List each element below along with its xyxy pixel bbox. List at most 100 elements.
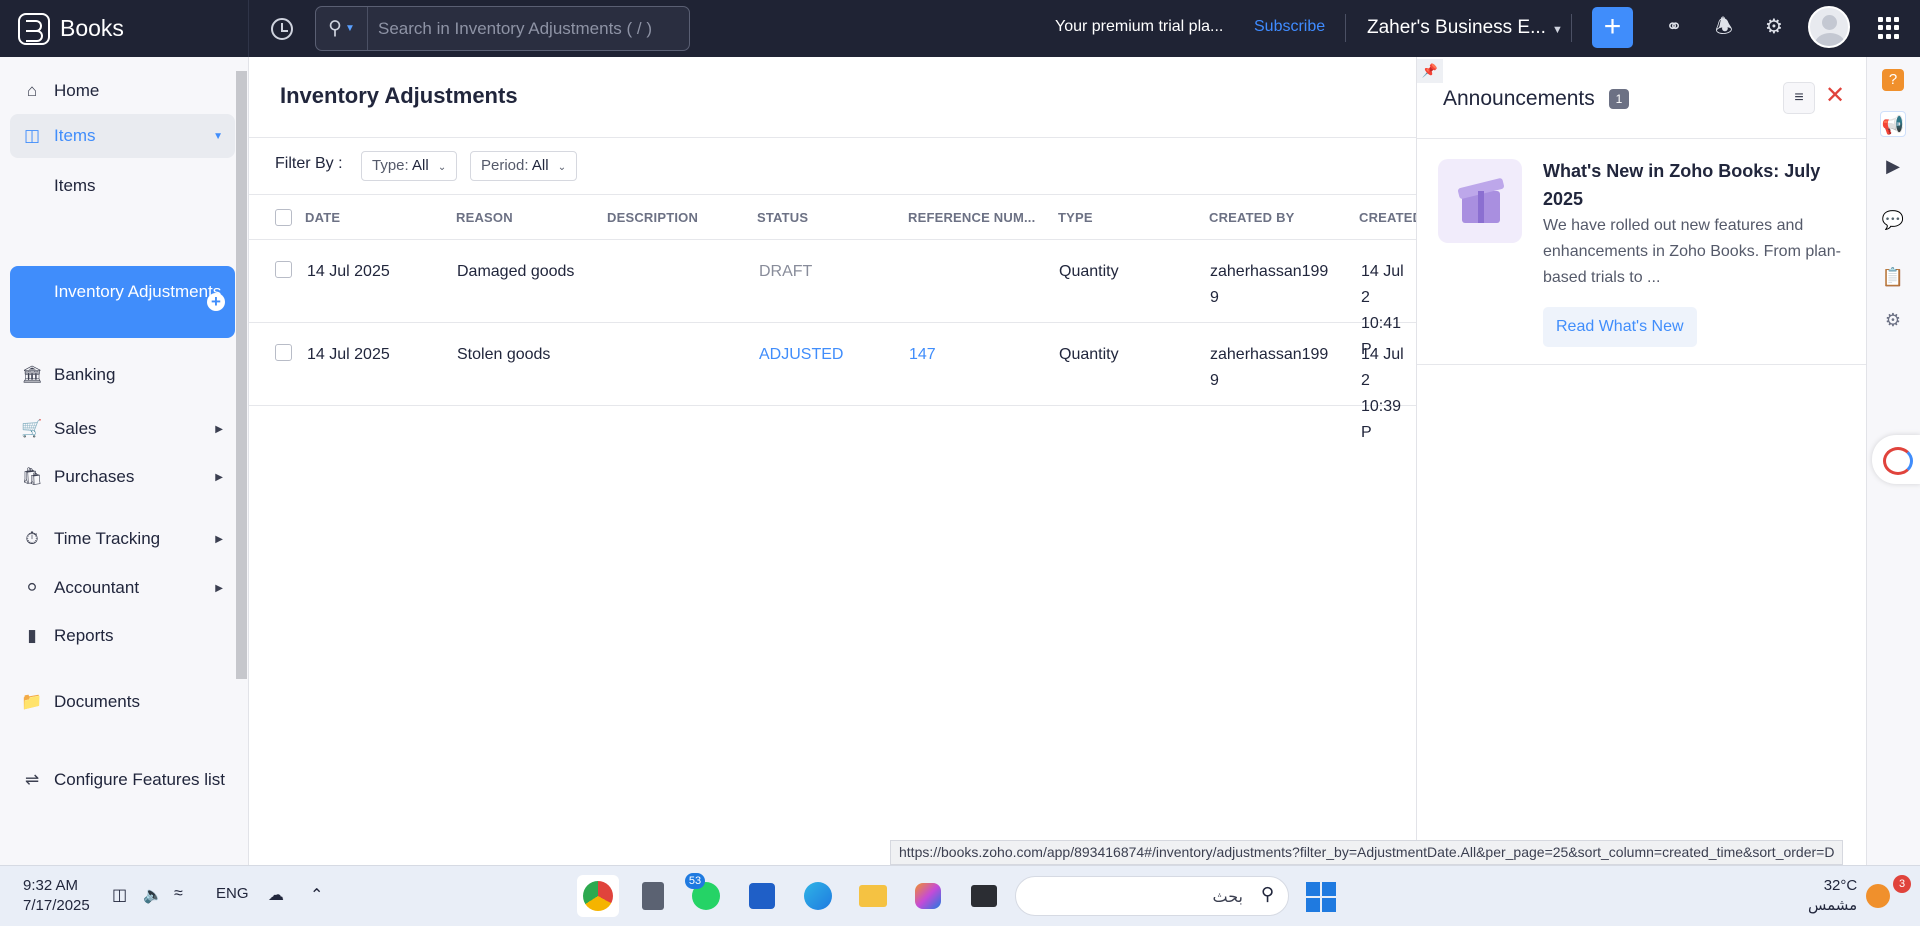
cell-reference[interactable]: 147	[909, 342, 936, 368]
reports-icon[interactable]: 📋	[1880, 264, 1906, 290]
sidebar-item-purchases[interactable]: 🛍 Purchases ▶	[10, 455, 235, 499]
sidebar-item-label: Configure Features list	[54, 770, 226, 789]
announcement-headline[interactable]: What's New in Zoho Books: July 2025	[1543, 157, 1843, 213]
shopping-bag-icon: 🛍	[21, 467, 43, 486]
cell-status: ADJUSTED	[759, 346, 844, 363]
battery-icon[interactable]: ◫	[112, 885, 127, 905]
sidebar-item-time-tracking[interactable]: ⏱ Time Tracking ▶	[10, 517, 235, 561]
video-icon[interactable]: ▶	[1880, 153, 1906, 179]
org-switcher[interactable]: Zaher's Business E... ▼	[1367, 17, 1563, 39]
temperature: 32°C	[1823, 877, 1858, 894]
sidebar-scrollbar[interactable]	[236, 71, 247, 679]
sun-icon[interactable]	[1866, 884, 1890, 908]
file-explorer-app-icon[interactable]	[852, 875, 894, 917]
whatsapp-badge: 53	[685, 873, 705, 889]
sidebar-subitem-inventory-adjustments[interactable]: Inventory Adjustments +	[10, 266, 235, 338]
cloud-icon[interactable]: ☁	[268, 885, 284, 905]
weather-condition: مشمس	[1808, 897, 1858, 914]
column-header[interactable]: DESCRIPTION	[607, 210, 698, 225]
table-row[interactable]: 14 Jul 2025 Stolen goods ADJUSTED 147 Qu…	[249, 323, 1416, 441]
sidebar-item-accountant[interactable]: ⚪ Accountant ▶	[10, 566, 235, 610]
sidebar-item-reports[interactable]: ▮ Reports	[10, 614, 235, 658]
help-icon[interactable]: ?	[1882, 69, 1904, 91]
wifi-icon[interactable]: ≈	[174, 885, 183, 903]
sidebar: ⌂ Home ◫ Items ▼ Items Inventory Adjustm…	[0, 57, 249, 922]
sidebar-item-label: Reports	[54, 626, 114, 645]
trial-text[interactable]: Your premium trial pla...	[1055, 18, 1223, 36]
period-filter-value: All	[531, 157, 549, 174]
history-icon[interactable]	[271, 17, 293, 40]
column-header[interactable]: REASON	[456, 210, 513, 225]
chrome-app-icon[interactable]	[577, 875, 619, 917]
home-icon: ⌂	[26, 81, 38, 100]
add-adjustment-icon[interactable]: +	[207, 293, 225, 311]
clock[interactable]: 9:32 AM 7/17/2025	[23, 876, 90, 916]
sidebar-item-sales[interactable]: 🛒 Sales ▶	[10, 407, 235, 451]
chevron-right-icon: ▶	[215, 423, 223, 435]
sidebar-item-banking[interactable]: 🏛 Banking	[10, 353, 235, 397]
cell-date: 14 Jul 2025	[307, 346, 390, 363]
type-filter[interactable]: Type: All ⌄	[361, 151, 458, 181]
sidebar-item-label: Time Tracking	[54, 529, 161, 548]
copilot-app-icon[interactable]	[907, 875, 949, 917]
calculator-app-icon[interactable]	[632, 875, 674, 917]
chevron-down-icon: ▼	[213, 130, 223, 142]
column-header[interactable]: DATE	[305, 210, 340, 225]
users-icon[interactable]: ⚭	[1661, 14, 1687, 40]
search-input[interactable]	[368, 18, 689, 39]
terminal-app-icon[interactable]	[963, 875, 1005, 917]
select-all-checkbox[interactable]	[275, 209, 292, 226]
read-whats-new-button[interactable]: Read What's New	[1543, 307, 1697, 347]
search-icon[interactable]: ⚲ ▼	[316, 7, 368, 50]
main-content: Inventory Adjustments Filter By : Type: …	[249, 57, 1422, 865]
language-indicator[interactable]: ENG	[216, 885, 249, 902]
row-checkbox[interactable]	[275, 344, 292, 361]
taskbar-search[interactable]: بحث ⚲	[1015, 876, 1289, 916]
gear-icon[interactable]: ⚙	[1761, 14, 1787, 40]
quick-create-button[interactable]: +	[1592, 7, 1633, 48]
column-header[interactable]: REFERENCE NUM...	[908, 210, 1035, 225]
sidebar-item-documents[interactable]: 📁 Documents	[10, 680, 235, 724]
sidebar-item-home[interactable]: ⌂ Home	[10, 69, 235, 113]
period-filter-label: Period:	[481, 157, 529, 174]
close-icon[interactable]: ✕	[1825, 81, 1845, 110]
announcement-icon[interactable]: 📢	[1880, 111, 1906, 137]
column-header[interactable]: CREATED	[1359, 210, 1422, 225]
avatar[interactable]	[1808, 6, 1850, 48]
windows-start-icon[interactable]	[1306, 882, 1336, 912]
weather-widget[interactable]: 32°C مشمس	[1808, 876, 1857, 916]
table-row[interactable]: 14 Jul 2025 Damaged goods DRAFT Quantity…	[249, 240, 1416, 358]
feedback-icon[interactable]: 💬	[1880, 207, 1906, 233]
announcements-panel: 📌 Announcements 1 ≡ ✕ What's New in Zoho…	[1416, 57, 1867, 865]
subscribe-link[interactable]: Subscribe	[1254, 18, 1325, 36]
row-checkbox[interactable]	[275, 261, 292, 278]
pin-icon[interactable]: 📌	[1417, 59, 1443, 83]
bell-icon[interactable]: 🕭	[1711, 14, 1737, 40]
org-name: Zaher's Business E...	[1367, 17, 1546, 38]
sidebar-subitem-items[interactable]: Items	[54, 176, 96, 196]
edge-app-icon[interactable]	[797, 875, 839, 917]
bag-icon: ◫	[23, 126, 41, 145]
sidebar-item-configure[interactable]: ⇌ Configure Features list	[10, 758, 235, 802]
announcements-count-badge: 1	[1609, 89, 1629, 109]
settings-icon[interactable]: ⚙	[1880, 307, 1906, 333]
search-box[interactable]: ⚲ ▼	[315, 6, 690, 51]
column-header[interactable]: CREATED BY	[1209, 210, 1295, 225]
chevron-right-icon: ▶	[215, 471, 223, 483]
column-header[interactable]: STATUS	[757, 210, 808, 225]
chat-support-icon[interactable]	[1872, 435, 1920, 484]
sidebar-item-label: Inventory Adjustments	[54, 282, 222, 301]
menu-icon[interactable]: ≡	[1783, 82, 1815, 114]
brand[interactable]: Books	[0, 0, 249, 57]
app-grid-icon[interactable]	[1878, 17, 1900, 39]
sidebar-item-items[interactable]: ◫ Items ▼	[10, 114, 235, 158]
column-header[interactable]: TYPE	[1058, 210, 1093, 225]
created-by-line: 9	[1210, 289, 1219, 306]
chevron-up-icon[interactable]: ⌃	[310, 885, 323, 905]
taskbar: 9:32 AM 7/17/2025 ◫ 🔈 ≈ ENG ☁ ⌃ 53 بحث ⚲…	[0, 865, 1920, 926]
created-time-line: 10:39 P	[1361, 398, 1402, 441]
volume-icon[interactable]: 🔈	[143, 885, 163, 905]
period-filter[interactable]: Period: All ⌄	[470, 151, 578, 181]
page-title: Inventory Adjustments	[280, 83, 518, 108]
store-app-icon[interactable]	[741, 875, 783, 917]
